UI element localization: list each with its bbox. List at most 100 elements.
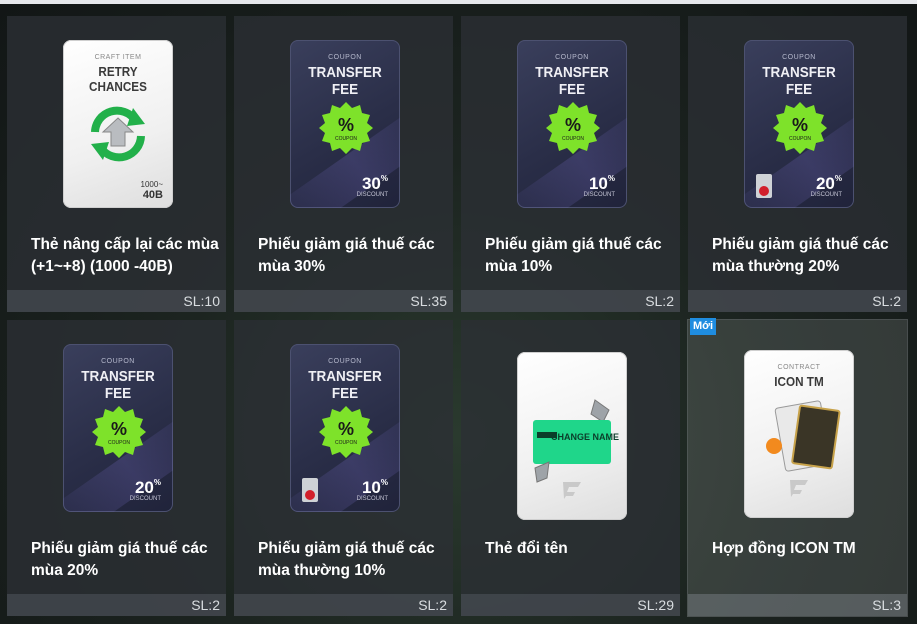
item-title: Phiếu giảm giá thuế các mùa thường 20% [712,236,889,275]
item-card: COUPON TRANSFER FEE % COUPON 10% DISCOUN… [290,344,400,512]
badge-percent: % [565,115,581,135]
discount-sign: % [607,174,615,183]
discount-sign: % [380,478,388,487]
item-quantity: SL:2 [191,597,220,613]
item-footer: SL:35 [234,290,453,312]
discount-number: 20 [815,174,835,193]
item-card: COUPON TRANSFER FEE % COUPON 20% DISCOUN… [63,344,173,512]
item-quantity: SL:10 [183,293,220,309]
item-title: Phiếu giảm giá thuế các mùa thường 10% [258,540,435,579]
item-card: COUPON TRANSFER FEE % COUPON 30% DISCOUN… [290,40,400,208]
item-footer: SL:2 [234,594,453,616]
item-quantity: SL:2 [418,597,447,613]
discount-value: 20% [816,174,842,194]
ticket-text: CHANGE NAME [551,432,619,442]
item-card: CRAFT ITEM RETRY CHANCES 1000~ 40B [63,40,173,208]
discount-value: 10% [362,478,388,498]
discount-sign: % [380,174,388,183]
item-footer: SL:2 [688,290,907,312]
card-kind: COUPON [328,54,362,61]
restricted-icon [756,174,772,198]
item-tile-transfer-fee-20[interactable]: COUPON TRANSFER FEE % COUPON 20% DISCOUN… [7,320,226,616]
coupon-badge-icon: % COUPON [92,406,146,458]
item-title: Phiếu giảm giá thuế các mùa 10% [485,236,662,275]
logo-watermark-icon [563,482,581,499]
card-kind: COUPON [555,54,589,61]
card-kind: CRAFT ITEM [94,54,142,61]
discount-value: 20% [135,478,161,498]
discount-label: DISCOUNT [356,192,388,198]
discount-label: DISCOUNT [583,192,615,198]
coupon-badge-icon: % COUPON [546,102,600,154]
item-quantity: SL:29 [637,597,674,613]
badge-percent: % [111,419,127,439]
discount-sign: % [834,174,842,183]
discount-label: DISCOUNT [356,496,388,502]
change-name-ticket-icon: CHANGE NAME [533,399,619,483]
badge-label: COUPON [335,440,357,446]
badge-label: COUPON [562,136,584,142]
card-kind: COUPON [782,54,816,61]
card-kind: CONTRACT [777,364,821,371]
discount-value: 30% [362,174,388,194]
item-title: Hợp đồng ICON TM [712,540,856,557]
item-tile-transfer-fee-normal-20[interactable]: COUPON TRANSFER FEE % COUPON 20% DISCOUN… [688,16,907,312]
discount-label: DISCOUNT [129,496,161,502]
item-title: Thẻ đổi tên [485,540,568,557]
discount-number: 30 [361,174,381,193]
discount-number: 10 [361,478,381,497]
item-tile-transfer-fee-normal-10[interactable]: COUPON TRANSFER FEE % COUPON 10% DISCOUN… [234,320,453,616]
contract-clipboard-icon [766,400,841,472]
coupon-badge-icon: % COUPON [319,406,373,458]
card-kind: COUPON [101,358,135,365]
item-title: Phiếu giảm giá thuế các mùa 30% [258,236,435,275]
discount-number: 10 [588,174,608,193]
card-name: TRANSFER FEE [308,64,382,98]
range-top: 1000~ [140,180,163,189]
card-range: 1000~ 40B [141,180,163,201]
discount-sign: % [153,478,161,487]
item-tile-transfer-fee-30[interactable]: COUPON TRANSFER FEE % COUPON 30% DISCOUN… [234,16,453,312]
badge-label: COUPON [108,440,130,446]
item-footer: SL:10 [7,290,226,312]
card-name: TRANSFER FEE [308,368,382,402]
item-quantity: SL:3 [872,597,901,613]
badge-percent: % [338,115,354,135]
item-title: Phiếu giảm giá thuế các mùa 20% [31,540,208,579]
new-badge: Mới [690,318,716,335]
card-name: RETRY CHANCES [89,64,147,94]
discount-value: 10% [589,174,615,194]
item-quantity: SL:2 [645,293,674,309]
item-card: COUPON TRANSFER FEE % COUPON 20% DISCOUN… [744,40,854,208]
logo-watermark-icon [790,480,808,497]
item-footer: SL:2 [461,290,680,312]
coupon-badge-icon: % COUPON [319,102,373,154]
item-footer: SL:29 [461,594,680,616]
item-grid: CRAFT ITEM RETRY CHANCES 1000~ 40B Thẻ n… [0,4,917,624]
item-tile-transfer-fee-10[interactable]: COUPON TRANSFER FEE % COUPON 10% DISCOUN… [461,16,680,312]
item-quantity: SL:35 [410,293,447,309]
badge-percent: % [338,419,354,439]
badge-percent: % [792,115,808,135]
card-kind: COUPON [328,358,362,365]
coupon-badge-icon: % COUPON [773,102,827,154]
card-name: TRANSFER FEE [535,64,609,98]
item-card: CHANGE NAME [517,352,627,520]
item-quantity: SL:2 [872,293,901,309]
item-title: Thẻ nâng cấp lại các mùa (+1~+8) (1000 -… [31,236,219,275]
item-tile-icon-tm-contract[interactable]: CONTRACT ICON TM Hợp đồng ICON TM SL:3 [687,319,908,617]
item-tile-retry-chances[interactable]: CRAFT ITEM RETRY CHANCES 1000~ 40B Thẻ n… [7,16,226,312]
card-name: TRANSFER FEE [762,64,836,98]
item-footer: SL:2 [7,594,226,616]
item-footer: SL:3 [688,594,907,616]
item-tile-change-name[interactable]: CHANGE NAME Thẻ đổi tên SL:29 [461,320,680,616]
card-name: TRANSFER FEE [81,368,155,402]
range-bottom: 40B [142,189,163,201]
item-card: CONTRACT ICON TM [744,350,854,518]
restricted-icon [302,478,318,502]
retry-arrows-icon [91,106,145,162]
badge-label: COUPON [789,136,811,142]
badge-label: COUPON [335,136,357,142]
card-name: ICON TM [774,374,824,389]
discount-number: 20 [134,478,154,497]
